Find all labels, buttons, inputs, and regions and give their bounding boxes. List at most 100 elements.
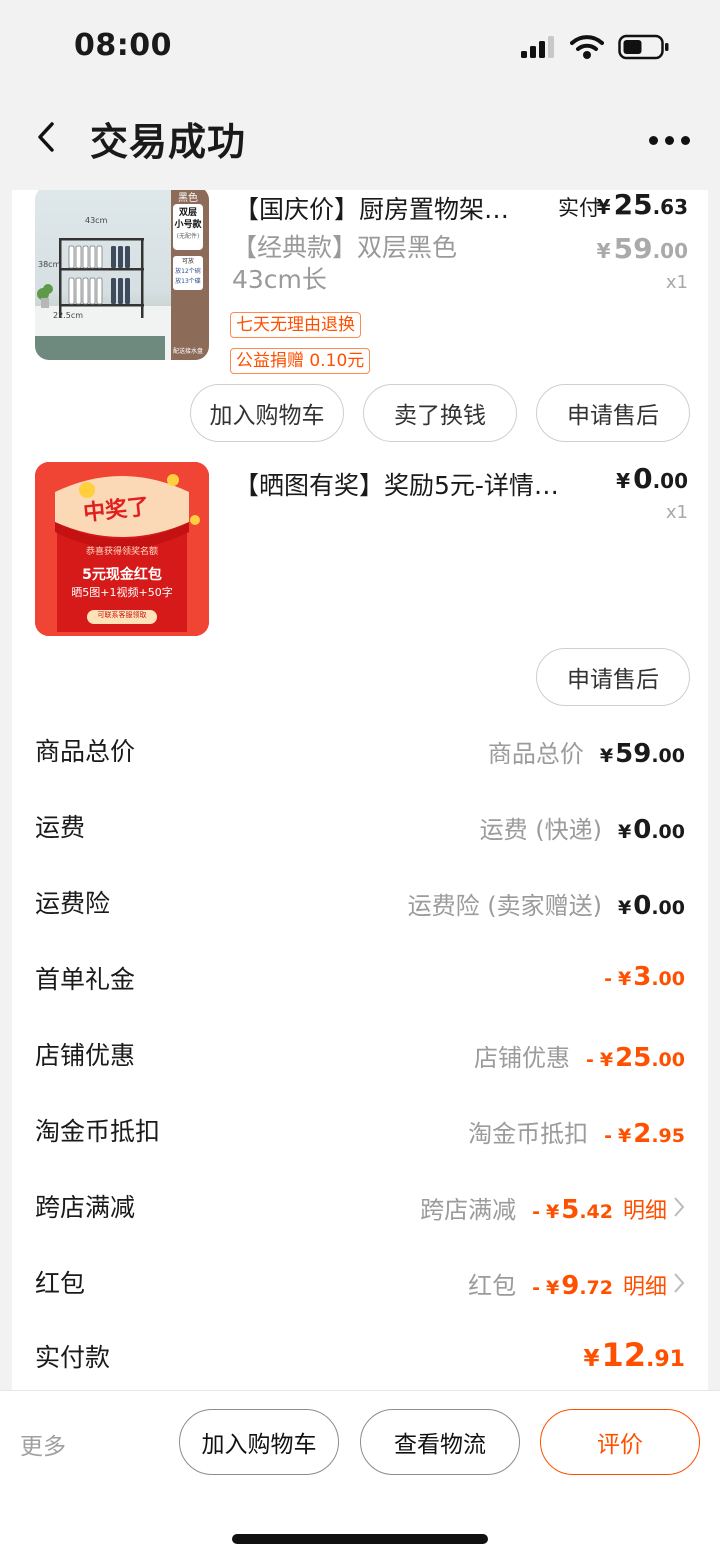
- after-sales-button[interactable]: 申请售后: [536, 384, 690, 442]
- summary-label: 运费: [35, 813, 86, 842]
- more-dot-icon: [681, 135, 690, 145]
- chevron-left-icon: [38, 122, 54, 152]
- summary-description: 淘金币抵扣: [468, 1120, 589, 1148]
- capacity-box: 可放 放12个碗 放13个碟: [173, 256, 203, 290]
- summary-value: 淘金币抵扣 - ¥2.95: [468, 1114, 685, 1149]
- summary-value: 红包 - ¥9.72 明细: [468, 1266, 685, 1301]
- summary-label: 淘金币抵扣: [35, 1117, 161, 1146]
- summary-row[interactable]: 跨店满减 跨店满减 - ¥5.42 明细: [12, 1188, 708, 1264]
- summary-amount: - ¥3.00: [604, 962, 685, 992]
- model-badge: 双层 小号款 (无配件): [173, 204, 203, 250]
- summary-description: 店铺优惠: [474, 1044, 571, 1072]
- summary-amount: - ¥9.72: [532, 1271, 613, 1301]
- status-icons: [520, 34, 670, 60]
- charity-tag: 公益捐赠 0.10元: [230, 348, 371, 374]
- nav-bar: 交易成功: [0, 95, 720, 190]
- summary-label: 运费险: [35, 889, 111, 918]
- sell-button[interactable]: 卖了换钱: [363, 384, 517, 442]
- view-logistics-button[interactable]: 查看物流: [360, 1409, 520, 1475]
- summary-value: 商品总价 ¥59.00: [488, 734, 685, 769]
- summary-label: 店铺优惠: [35, 1041, 136, 1070]
- status-bar: 08:00: [0, 0, 720, 95]
- summary-value: 运费 (快递) ¥0.00: [480, 810, 685, 845]
- after-sales-button[interactable]: 申请售后: [536, 648, 690, 706]
- total-amount: ¥12.91: [583, 1336, 685, 1374]
- capacity-plates: 放13个碟: [175, 278, 201, 285]
- summary-amount: - ¥25.00: [586, 1043, 685, 1073]
- summary-amount: ¥0.00: [618, 891, 685, 921]
- chevron-right-icon: [674, 1197, 685, 1217]
- capacity-heading: 可放: [181, 258, 194, 265]
- more-dot-icon: [649, 135, 658, 145]
- paid-label: 实付: [558, 196, 600, 220]
- envelope-headline: 中奖了: [82, 494, 151, 527]
- item-title[interactable]: 【国庆价】厨房置物架…: [234, 190, 544, 226]
- return-policy-tag: 七天无理由退换: [230, 312, 361, 338]
- summary-row[interactable]: 红包 红包 - ¥9.72 明细: [12, 1264, 708, 1340]
- battery-icon: [618, 34, 669, 60]
- original-price: ¥59.00: [596, 232, 688, 265]
- paid-price: ¥25.63: [596, 190, 688, 221]
- item-quantity: x1: [665, 502, 688, 523]
- summary-description: 商品总价: [487, 740, 584, 768]
- wifi-icon: [570, 35, 604, 59]
- summary-value: 店铺优惠 - ¥25.00: [474, 1038, 685, 1073]
- item-sku: 【经典款】双层黑色43cm长: [232, 233, 458, 294]
- model-badge-label: 双层 小号款: [174, 208, 202, 230]
- envelope-main: 5元现金红包: [82, 567, 162, 583]
- bottom-action-bar: 更多 加入购物车 查看物流 评价: [0, 1390, 720, 1558]
- review-button[interactable]: 评价: [540, 1409, 700, 1475]
- item-quantity: x1: [665, 272, 688, 293]
- summary-label: 首单礼金: [35, 965, 136, 994]
- more-dot-icon: [665, 135, 674, 145]
- chevron-right-icon: [674, 1273, 685, 1293]
- summary-label: 商品总价: [35, 737, 136, 766]
- detail-link[interactable]: 明细: [623, 1269, 667, 1301]
- summary-description: 跨店满减: [420, 1196, 517, 1224]
- summary-amount: - ¥2.95: [604, 1119, 685, 1149]
- more-options-button[interactable]: [649, 125, 690, 155]
- capacity-bowls: 放12个碗: [175, 268, 201, 275]
- add-to-cart-button[interactable]: 加入购物车: [179, 1409, 339, 1475]
- model-badge-note: (无配件): [176, 233, 200, 240]
- summary-row: 商品总价 商品总价 ¥59.00: [12, 732, 708, 808]
- summary-row: 首单礼金 - ¥3.00: [12, 960, 708, 1036]
- order-card: 43cm 38cm 22.5cm 黑色 双层 小号款 (无配件) 可放 放12个…: [12, 190, 708, 1390]
- summary-description: 运费险 (卖家赠送): [407, 892, 602, 920]
- summary-value: 运费险 (卖家赠送) ¥0.00: [408, 886, 685, 921]
- drip-tray-note: 配送接水盘: [173, 348, 204, 355]
- summary-amount: - ¥5.42: [532, 1195, 613, 1225]
- total-label: 实付款: [35, 1343, 111, 1372]
- dim-depth-label: 22.5cm: [53, 311, 84, 320]
- summary-row: 运费 运费 (快递) ¥0.00: [12, 808, 708, 884]
- envelope-cta: 可联系客服领取: [97, 611, 147, 619]
- summary-description: 红包: [468, 1272, 517, 1300]
- home-indicator[interactable]: [232, 1534, 488, 1544]
- summary-description: 运费 (快递): [479, 816, 602, 844]
- summary-value: 跨店满减 - ¥5.42 明细: [420, 1190, 685, 1225]
- item-title[interactable]: 【晒图有奖】奖励5元-详情…: [234, 466, 604, 502]
- product-thumbnail-red-envelope[interactable]: 中奖了 恭喜获得领奖名额 5元现金红包 晒5图+1视频+50字 可联系客服领取: [35, 462, 209, 636]
- dim-height-label: 38cm: [38, 260, 61, 269]
- add-to-cart-button[interactable]: 加入购物车: [190, 384, 344, 442]
- cellular-signal-icon: [521, 36, 554, 58]
- more-link[interactable]: 更多: [20, 1427, 66, 1461]
- summary-row: 店铺优惠 店铺优惠 - ¥25.00: [12, 1036, 708, 1112]
- summary-label: 跨店满减: [35, 1193, 136, 1222]
- color-badge: 黑色: [178, 193, 198, 204]
- page-title: 交易成功: [90, 120, 247, 164]
- dim-width-label: 43cm: [85, 216, 108, 225]
- summary-label: 红包: [35, 1269, 86, 1298]
- back-button[interactable]: [26, 117, 66, 157]
- detail-link[interactable]: 明细: [623, 1193, 667, 1225]
- summary-row: 淘金币抵扣 淘金币抵扣 - ¥2.95: [12, 1112, 708, 1188]
- envelope-subtitle: 恭喜获得领奖名额: [85, 547, 158, 557]
- summary-row: 运费险 运费险 (卖家赠送) ¥0.00: [12, 884, 708, 960]
- summary-amount: ¥0.00: [618, 815, 685, 845]
- envelope-detail: 晒5图+1视频+50字: [71, 586, 173, 599]
- status-time: 08:00: [74, 28, 172, 63]
- product-thumbnail-dish-rack[interactable]: 43cm 38cm 22.5cm 黑色 双层 小号款 (无配件) 可放 放12个…: [35, 190, 209, 360]
- summary-amount: ¥59.00: [599, 739, 685, 769]
- item-price: ¥0.00: [616, 462, 688, 495]
- total-row: 实付款 ¥12.91: [12, 1336, 708, 1390]
